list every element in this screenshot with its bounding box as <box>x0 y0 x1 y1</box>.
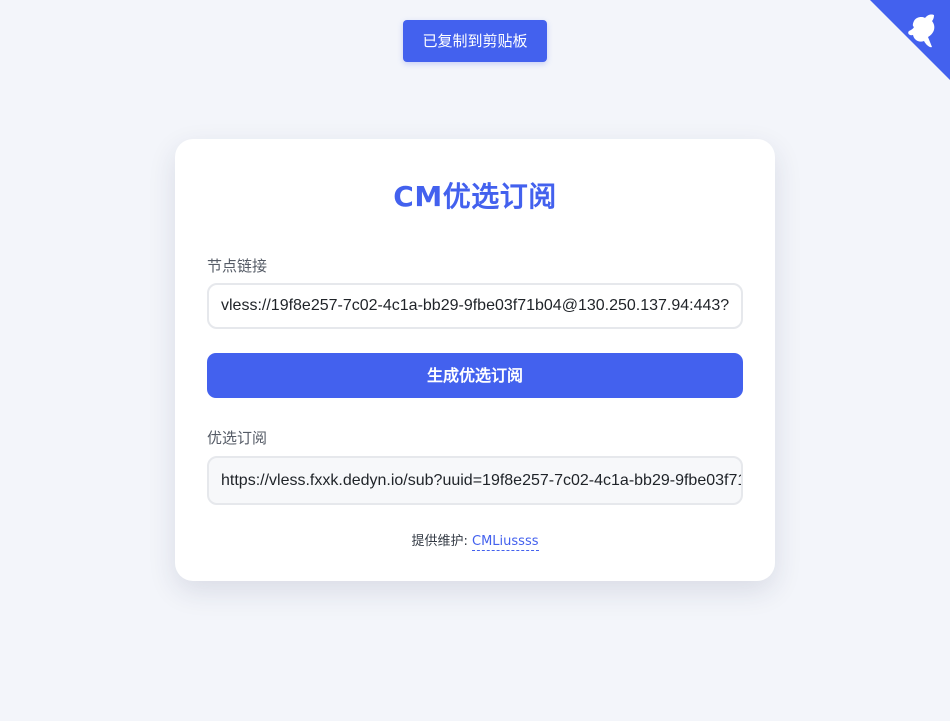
subscription-output[interactable]: https://vless.fxxk.dedyn.io/sub?uuid=19f… <box>207 456 743 505</box>
copied-toast: 已复制到剪贴板 <box>403 20 547 62</box>
subscription-card: CM优选订阅 节点链接 vless://19f8e257-7c02-4c1a-b… <box>175 139 775 581</box>
node-link-label: 节点链接 <box>207 257 268 275</box>
footer-prefix: 提供维护: <box>411 534 468 549</box>
page: 已复制到剪贴板 CM优选订阅 节点链接 vless://19f8e257-7c0… <box>0 0 950 721</box>
subscription-label: 优选订阅 <box>207 429 268 447</box>
generate-subscription-button[interactable]: 生成优选订阅 <box>207 353 743 398</box>
footer: 提供维护: CMLiussss <box>175 530 775 551</box>
page-title: CM优选订阅 <box>393 180 557 213</box>
node-link-input[interactable]: vless://19f8e257-7c02-4c1a-bb29-9fbe03f7… <box>207 283 743 329</box>
github-corner-icon[interactable] <box>870 0 950 80</box>
maintainer-link[interactable]: CMLiussss <box>472 534 539 551</box>
